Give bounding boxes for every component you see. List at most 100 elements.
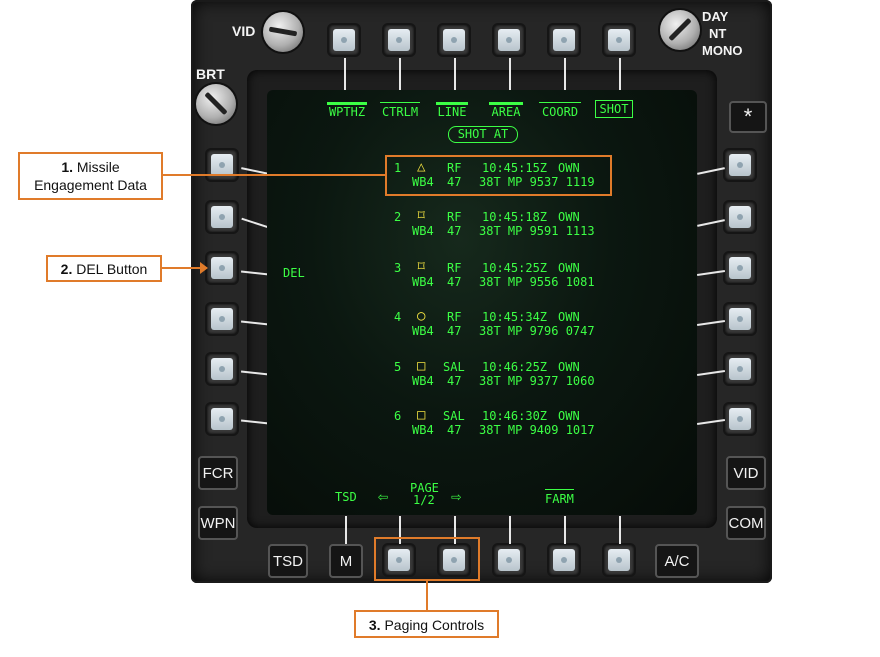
left-button-l3-del[interactable]	[207, 253, 237, 283]
bottom-button-b4[interactable]	[494, 545, 524, 575]
button-face	[729, 408, 751, 430]
callout-arrow-icon	[200, 262, 208, 274]
entry-owner: OWN	[558, 310, 580, 324]
entry-mode: RF	[447, 310, 462, 324]
connector-line	[619, 58, 621, 92]
entry-time: 10:46:25Z	[482, 360, 548, 374]
callout-paging-controls: 3. Paging Controls	[354, 610, 499, 638]
entry-mode: RF	[447, 210, 462, 224]
button-face	[729, 358, 751, 380]
callout-number: 2.	[60, 261, 73, 277]
button-face	[388, 29, 410, 51]
entry-number: 3	[394, 261, 402, 275]
entry-zone: 47	[447, 324, 462, 338]
button-face	[553, 29, 575, 51]
button-face	[729, 154, 751, 176]
connector-line	[564, 58, 566, 92]
tab-ctrlm[interactable]: CTRLM	[380, 102, 420, 119]
callout-number: 1.	[61, 159, 73, 175]
callout-line	[162, 174, 385, 176]
entry-zone: 47	[447, 224, 462, 238]
right-button-r5[interactable]	[725, 354, 755, 384]
button-face	[608, 29, 630, 51]
connector-line	[619, 516, 621, 544]
left-button-l6[interactable]	[207, 404, 237, 434]
entry-owner: OWN	[558, 409, 580, 423]
right-button-r2[interactable]	[725, 202, 755, 232]
bottom-button-b5-farm[interactable]	[549, 545, 579, 575]
left-button-l4[interactable]	[207, 304, 237, 334]
entry-grid: 38T MP 9796 0747	[479, 324, 595, 338]
tab-coord[interactable]: COORD	[539, 102, 581, 119]
top-button-t2[interactable]	[384, 25, 414, 55]
right-button-r6[interactable]	[725, 404, 755, 434]
top-button-t4[interactable]	[494, 25, 524, 55]
entry-weapon: WB4	[412, 423, 434, 437]
button-face	[729, 257, 751, 279]
entry-owner: OWN	[558, 261, 580, 275]
del-label: DEL	[283, 266, 305, 280]
entry-number: 2	[394, 210, 402, 224]
arrow-left-icon[interactable]: ⇦	[378, 489, 388, 506]
wpn-button[interactable]: WPN	[198, 506, 238, 540]
ac-button[interactable]: A/C	[655, 544, 699, 578]
button-face	[211, 154, 233, 176]
tab-area[interactable]: AREA	[489, 102, 523, 119]
entry-zone: 47	[447, 374, 462, 388]
arrow-right-icon[interactable]: ⇨	[451, 489, 461, 506]
asterisk-button[interactable]: *	[729, 101, 767, 133]
square-icon: □	[417, 407, 426, 423]
farm-label[interactable]: FARM	[545, 489, 574, 506]
callout-line	[426, 581, 428, 611]
brt-knob[interactable]	[196, 84, 236, 124]
entry-grid: 38T MP 9556 1081	[479, 275, 595, 289]
tab-wpthz[interactable]: WPTHZ	[327, 102, 367, 119]
top-button-t5[interactable]	[549, 25, 579, 55]
callout-missile-engagement-data: 1. Missile Engagement Data	[18, 152, 163, 200]
callout-text: Missile	[76, 159, 120, 175]
connector-line	[345, 516, 347, 544]
m-button[interactable]: M	[329, 544, 363, 578]
top-button-t3[interactable]	[439, 25, 469, 55]
button-face	[443, 29, 465, 51]
entry-weapon: WB4	[412, 374, 434, 388]
entry-grid: 38T MP 9409 1017	[479, 423, 595, 437]
right-button-r4[interactable]	[725, 304, 755, 334]
entry-owner: OWN	[558, 210, 580, 224]
right-button-r3[interactable]	[725, 253, 755, 283]
callout-number: 3.	[368, 617, 381, 633]
highlight-paging-controls	[374, 537, 480, 581]
entry-mode: RF	[447, 261, 462, 275]
circle-icon: ○	[417, 308, 426, 324]
tab-line[interactable]: LINE	[436, 102, 468, 119]
tsd-button[interactable]: TSD	[268, 544, 308, 578]
entry-mode: SAL	[443, 409, 465, 423]
entry-weapon: WB4	[412, 224, 434, 238]
highlight-engagement-data	[385, 155, 612, 196]
tsd-screen-label: TSD	[335, 490, 357, 504]
connector-line	[509, 58, 511, 92]
button-face	[553, 549, 575, 571]
button-face	[333, 29, 355, 51]
button-face	[211, 408, 233, 430]
right-button-r1[interactable]	[725, 150, 755, 180]
left-button-l5[interactable]	[207, 354, 237, 384]
square-icon: □	[417, 358, 426, 374]
entry-weapon: WB4	[412, 324, 434, 338]
button-face	[608, 549, 630, 571]
page-number: 1/2	[413, 493, 435, 507]
com-button[interactable]: COM	[726, 506, 766, 540]
vid-knob[interactable]	[263, 12, 303, 52]
left-button-l2[interactable]	[207, 202, 237, 232]
callout-text: DEL Button	[76, 261, 148, 277]
top-button-t1[interactable]	[329, 25, 359, 55]
button-face	[211, 358, 233, 380]
vid-button[interactable]: VID	[726, 456, 766, 490]
top-button-t6[interactable]	[604, 25, 634, 55]
callout-text: Engagement Data	[34, 177, 147, 193]
day-nt-mono-knob[interactable]	[660, 10, 700, 50]
tab-shot-selected[interactable]: SHOT	[595, 100, 633, 118]
bottom-button-b6[interactable]	[604, 545, 634, 575]
entry-owner: OWN	[558, 360, 580, 374]
fcr-button[interactable]: FCR	[198, 456, 238, 490]
